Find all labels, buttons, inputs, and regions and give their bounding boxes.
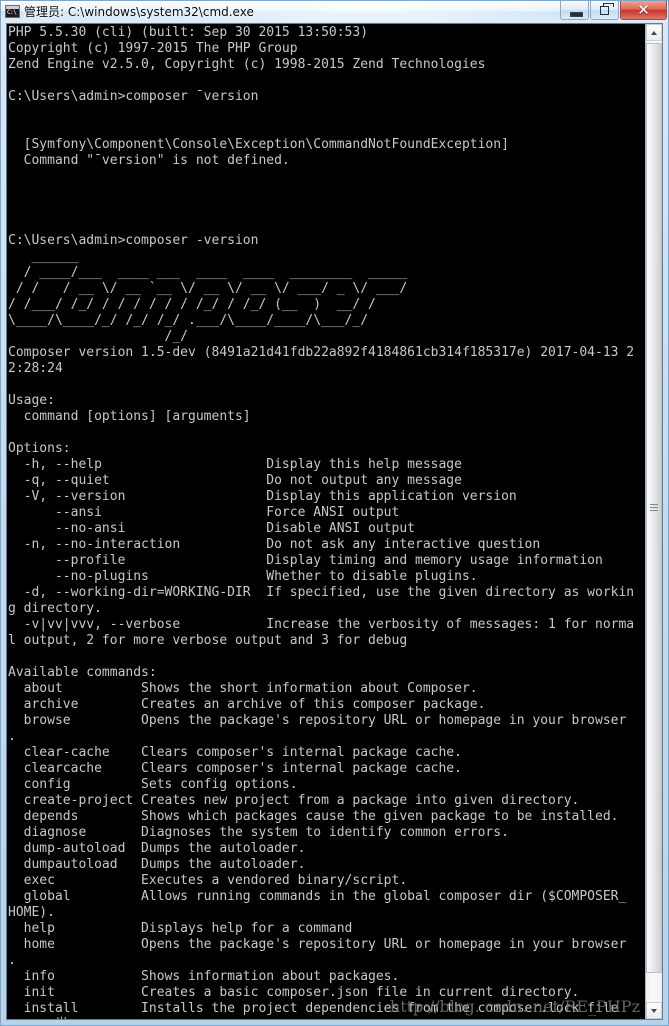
console-line: home Opens the package's repository URL …	[8, 937, 627, 952]
console-line: / /___/ /_/ / / / / / / /_/ / /_/ (__ ) …	[8, 297, 376, 312]
console-client-area: PHP 5.5.30 (cli) (built: Sep 30 2015 13:…	[6, 23, 663, 1020]
console-line: archive Creates an archive of this compo…	[8, 697, 486, 712]
console-line: depends Shows which packages cause the g…	[8, 809, 619, 824]
close-button[interactable]: ✕	[620, 1, 667, 20]
console-line: [Symfony\Component\Console\Exception\Com…	[8, 137, 509, 152]
console-line: ______	[8, 249, 79, 264]
console-line: -h, --help Display this help message	[8, 457, 462, 472]
console-line: PHP 5.5.30 (cli) (built: Sep 30 2015 13:…	[8, 25, 369, 40]
console-line: Command "ˉversion" is not defined.	[8, 153, 290, 168]
console-line: C:\Users\admin>composer ˉversion	[8, 89, 259, 104]
console-line: diagnose Diagnoses the system to identif…	[8, 825, 509, 840]
console-line: info Shows information about packages.	[8, 969, 400, 984]
console-line: 半:	[8, 1017, 645, 1019]
cmd-icon	[5, 5, 20, 18]
scroll-up-arrow-button[interactable]	[646, 24, 662, 41]
window-titlebar[interactable]: 管理员: C:\windows\system32\cmd.exe ✕	[1, 1, 668, 22]
window-controls: ✕	[559, 1, 667, 20]
console-line: HOME).	[8, 905, 55, 920]
console-line: 2:28:24	[8, 361, 63, 376]
minimize-icon	[570, 12, 583, 17]
console-line: Options:	[8, 441, 71, 456]
grip-icon	[650, 504, 658, 512]
console-line: command [options] [arguments]	[8, 409, 251, 424]
console-line: l output, 2 for more verbose output and …	[8, 633, 408, 648]
scrollbar-thumb[interactable]	[646, 43, 662, 973]
console-line: -d, --working-dir=WORKING-DIR If specifi…	[8, 585, 635, 600]
console-line: Composer version 1.5-dev (8491a21d41fdb2…	[8, 345, 635, 360]
minimize-button[interactable]	[560, 1, 589, 20]
console-line: clearcache Clears composer's internal pa…	[8, 761, 462, 776]
console-line: .	[8, 729, 16, 744]
console-line: C:\Users\admin>composer -version	[8, 233, 259, 248]
console-line: browse Opens the package's repository UR…	[8, 713, 627, 728]
console-line: about Shows the short information about …	[8, 681, 478, 696]
cmd-window: 管理员: C:\windows\system32\cmd.exe ✕ PHP 5…	[0, 0, 669, 1026]
console-line: --ansi Force ANSI output	[8, 505, 400, 520]
console-line: config Sets config options.	[8, 777, 298, 792]
console-line: init Creates a basic composer.json file …	[8, 985, 580, 1000]
console-line: / / / __ \/ __ `__ \/ __ \/ __ \/ ___/ _…	[8, 281, 408, 296]
console-line: --no-plugins Whether to disable plugins.	[8, 569, 478, 584]
console-line: --no-ansi Disable ANSI output	[8, 521, 415, 536]
console-line: exec Executes a vendored binary/script.	[8, 873, 408, 888]
console-line: clear-cache Clears composer's internal p…	[8, 745, 462, 760]
console-line: / ____/___ ____ ___ ____ ____ ________ _…	[8, 265, 408, 280]
console-line: install Installs the project dependencie…	[8, 1001, 619, 1016]
chevron-down-icon	[651, 1009, 657, 1013]
console-line: -q, --quiet Do not output any message	[8, 473, 462, 488]
console-line: dump-autoload Dumps the autoloader.	[8, 841, 306, 856]
chevron-up-icon	[651, 31, 657, 35]
restore-button[interactable]	[590, 1, 619, 20]
scroll-down-arrow-button[interactable]	[646, 1002, 662, 1019]
console-output[interactable]: PHP 5.5.30 (cli) (built: Sep 30 2015 13:…	[7, 24, 645, 1019]
console-line: g directory.	[8, 601, 102, 616]
close-icon: ✕	[637, 1, 650, 19]
console-line: \____/\____/_/ /_/ /_/ .___/\____/____/\…	[8, 313, 369, 328]
console-line: global Allows running commands in the gl…	[8, 889, 627, 904]
console-line: help Displays help for a command	[8, 921, 353, 936]
console-line: dumpautoload Dumps the autoloader.	[8, 857, 306, 872]
console-line: -V, --version Display this application v…	[8, 489, 517, 504]
console-line: -n, --no-interaction Do not ask any inte…	[8, 537, 541, 552]
console-line: Usage:	[8, 393, 55, 408]
window-title: 管理员: C:\windows\system32\cmd.exe	[24, 4, 254, 19]
console-line: .	[8, 953, 16, 968]
console-scrollbar[interactable]	[645, 24, 662, 1019]
restore-icon	[600, 3, 614, 15]
console-line: /_/	[8, 329, 189, 344]
console-line: Copyright (c) 1997-2015 The PHP Group	[8, 41, 298, 56]
console-line: Available commands:	[8, 665, 157, 680]
console-line: -v|vv|vvv, --verbose Increase the verbos…	[8, 617, 635, 632]
console-line: Zend Engine v2.5.0, Copyright (c) 1998-2…	[8, 57, 486, 72]
console-line: create-project Creates new project from …	[8, 793, 580, 808]
console-line: --profile Display timing and memory usag…	[8, 553, 603, 568]
